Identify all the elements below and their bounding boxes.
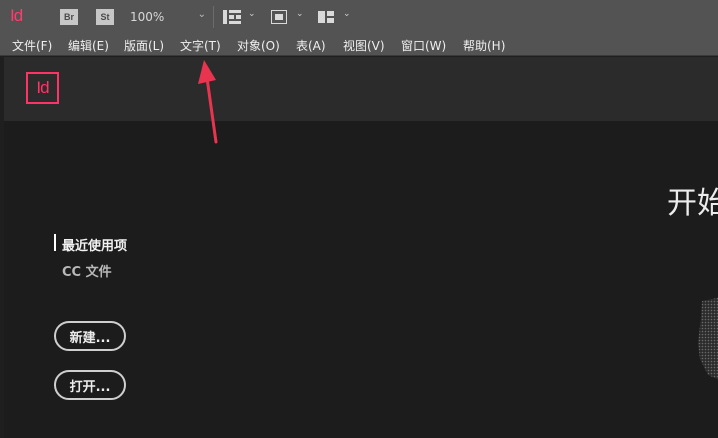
stock-button[interactable]: St — [96, 9, 114, 25]
start-workspace: Id 开始 最近使用项 CC 文件 新建... 打开... — [4, 57, 718, 438]
bridge-button[interactable]: Br — [60, 9, 78, 25]
nav-recent[interactable]: 最近使用项 — [62, 235, 127, 254]
menu-window[interactable]: 窗口(W) — [401, 37, 446, 54]
menu-bar: 文件(F) 编辑(E) 版面(L) 文字(T) 对象(O) 表(A) 视图(V)… — [0, 34, 718, 56]
open-document-button[interactable]: 打开... — [54, 370, 126, 400]
toolbar-divider — [213, 6, 214, 28]
zoom-level-select[interactable]: 100% ⌄ — [124, 8, 212, 26]
indesign-logo: Id — [26, 72, 59, 104]
menu-type[interactable]: 文字(T) — [180, 37, 221, 54]
chevron-down-icon[interactable]: ⌄ — [248, 9, 256, 19]
nav-cc-files[interactable]: CC 文件 — [62, 261, 112, 280]
grid-view-icon[interactable] — [223, 10, 241, 24]
chevron-down-icon[interactable]: ⌄ — [343, 9, 351, 19]
chevron-down-icon: ⌄ — [197, 9, 206, 20]
menu-view[interactable]: 视图(V) — [343, 37, 385, 54]
new-document-button[interactable]: 新建... — [54, 321, 126, 351]
menu-edit[interactable]: 编辑(E) — [68, 37, 109, 54]
arrange-documents-icon[interactable] — [318, 11, 334, 23]
start-title: 开始 — [667, 186, 718, 221]
start-header: Id — [4, 57, 718, 121]
menu-help[interactable]: 帮助(H) — [463, 37, 505, 54]
selected-nav-indicator — [54, 234, 56, 251]
menu-object[interactable]: 对象(O) — [237, 37, 280, 54]
menu-file[interactable]: 文件(F) — [12, 37, 52, 54]
zoom-level-value: 100% — [130, 10, 165, 24]
menu-table[interactable]: 表(A) — [296, 37, 326, 54]
app-logo: Id — [10, 6, 23, 25]
screen-mode-icon[interactable] — [271, 10, 287, 24]
decorative-artwork — [698, 297, 718, 380]
application-bar: Id Br St 100% ⌄ ⌄ ⌄ ⌄ — [0, 0, 718, 34]
chevron-down-icon[interactable]: ⌄ — [296, 9, 304, 19]
menu-layout[interactable]: 版面(L) — [124, 37, 164, 54]
